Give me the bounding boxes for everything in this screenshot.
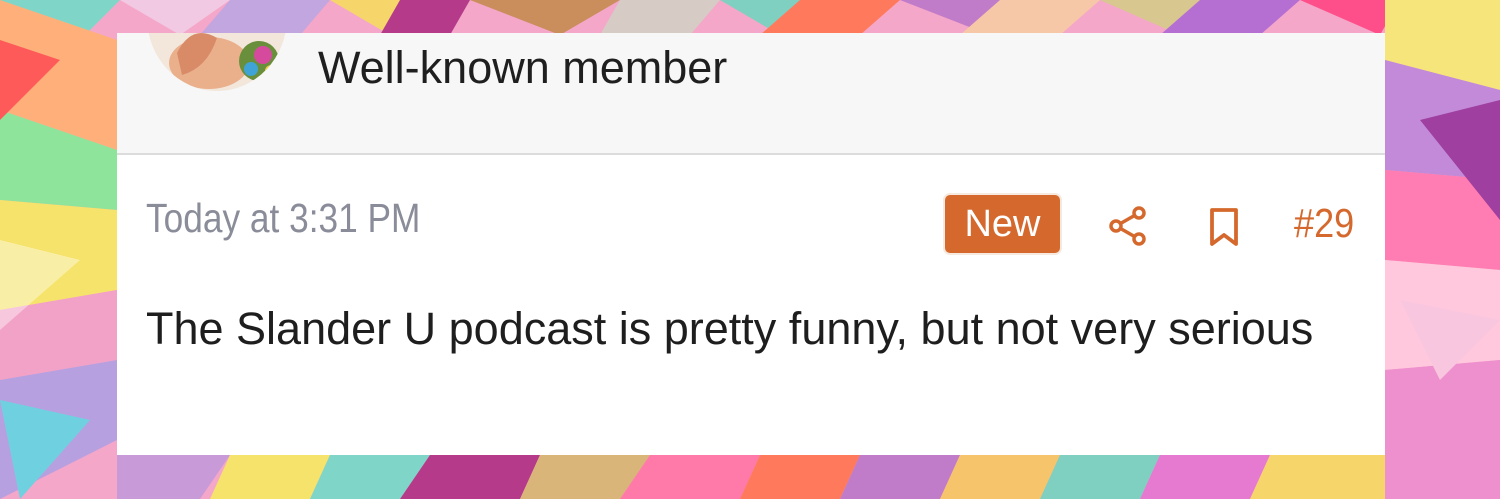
share-icon[interactable]: [1107, 205, 1149, 247]
post-number-link[interactable]: #29: [1294, 197, 1354, 249]
new-badge: New: [945, 195, 1060, 253]
bookmark-icon[interactable]: [1208, 207, 1240, 247]
post-timestamp[interactable]: Today at 3:31 PM: [146, 193, 420, 243]
post-card: Well-known member Today at 3:31 PM New #…: [117, 33, 1385, 455]
avatar[interactable]: [147, 33, 287, 91]
post-body-text: The Slander U podcast is pretty funny, b…: [146, 303, 1314, 354]
user-title: Well-known member: [318, 42, 728, 93]
post-author-header: Well-known member: [117, 33, 1385, 155]
